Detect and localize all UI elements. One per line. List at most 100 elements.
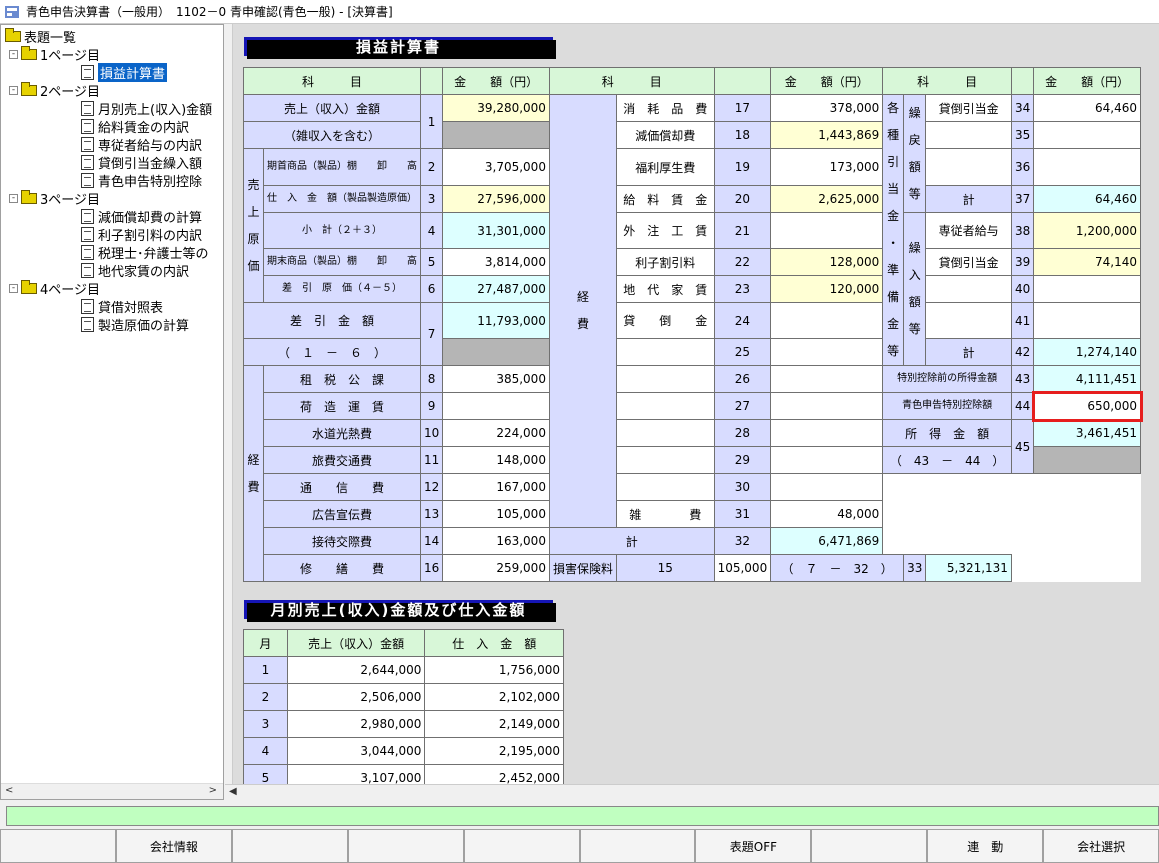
sales-amount[interactable]: 3,044,000 — [286, 737, 426, 765]
tree-label: 利子割引料の内訳 — [98, 228, 203, 244]
row-number: 3 — [419, 185, 444, 213]
expense-amount[interactable] — [770, 365, 884, 393]
expense-amount[interactable]: 378,000 — [770, 94, 884, 122]
reserve-amount[interactable]: 1,200,000 — [1033, 212, 1141, 249]
expense-amount[interactable] — [770, 473, 884, 501]
expense-amount[interactable]: 173,000 — [770, 148, 884, 186]
tree-item[interactable]: 月別売上(収入)金額 — [81, 99, 212, 118]
expense-amount[interactable]: 224,000 — [442, 419, 550, 447]
reserve-amount[interactable] — [1033, 275, 1141, 303]
sales-amount[interactable]: 2,506,000 — [286, 683, 426, 711]
purchase-amount[interactable]: 2,195,000 — [424, 737, 564, 765]
expense-amount[interactable]: 105,000 — [442, 500, 550, 528]
table-row: 接待交際費 14 163,000 計 32 6,471,869 — [244, 527, 1141, 555]
expense-amount[interactable]: 167,000 — [442, 473, 550, 501]
tree-item[interactable]: 青色申告特別控除 — [81, 171, 202, 190]
collapse-icon[interactable]: - — [9, 85, 18, 95]
expense-amount[interactable]: 48,000 — [770, 500, 884, 528]
vertical-divider[interactable] — [225, 24, 233, 784]
function-key-6[interactable] — [579, 829, 696, 863]
expense-amount[interactable] — [770, 446, 884, 474]
tree-item[interactable]: 税理士･弁護士等の — [81, 243, 209, 262]
document-icon — [81, 172, 94, 188]
expense-amount[interactable]: 385,000 — [442, 365, 550, 393]
sagaku-amount[interactable]: 11,793,000 — [442, 302, 550, 339]
table-row: 小 計（２＋３） 4 31,301,000 外 注 工 賃 21 繰入額等専従者給与 38 1… — [244, 212, 1141, 366]
function-key-4[interactable] — [347, 829, 464, 863]
collapse-icon[interactable]: - — [9, 49, 18, 59]
reserve-amount[interactable]: 64,460 — [1033, 94, 1141, 122]
tree-item[interactable]: 損益計算書 — [81, 62, 168, 82]
expense-amount[interactable]: 148,000 — [442, 446, 550, 474]
expense-amount[interactable] — [770, 302, 884, 339]
expense-amount[interactable]: 163,000 — [442, 527, 550, 555]
sashihiki2-amount[interactable]: 5,321,131 — [925, 554, 1012, 582]
expense-amount[interactable]: 1,443,869 — [770, 121, 884, 149]
reserve-amount[interactable] — [1033, 302, 1141, 339]
tree-item[interactable]: 貸借対照表 — [81, 297, 163, 316]
tree-horizontal-scrollbar[interactable]: < > — [1, 783, 223, 799]
expense-amount[interactable]: 120,000 — [770, 275, 884, 303]
expense-amount[interactable]: 259,000 — [442, 554, 550, 582]
blue-deduction-amount[interactable]: 650,000 — [1031, 390, 1143, 422]
tree-folder-page[interactable]: - 3ページ目 — [9, 189, 100, 208]
reserve-amount[interactable]: 74,140 — [1033, 248, 1141, 276]
scroll-right-icon[interactable]: > — [209, 785, 217, 796]
reserve-amount[interactable] — [1033, 121, 1141, 149]
shiire-amount[interactable]: 27,596,000 — [442, 185, 550, 213]
expense-amount[interactable]: 2,625,000 — [770, 185, 884, 213]
main-horizontal-scrollbar[interactable]: ◀ — [225, 784, 1159, 800]
tree-item[interactable]: 専従者給与の内訳 — [81, 135, 202, 154]
reserve-amount[interactable]: 64,460 — [1033, 185, 1141, 213]
expense-amount[interactable] — [770, 392, 884, 420]
function-key-5[interactable] — [463, 829, 580, 863]
table-row: 水道光熱費 10 224,000 28 所 得 金 額 45 3,461,451 — [244, 419, 1141, 474]
expense-total[interactable]: 6,471,869 — [770, 527, 884, 555]
row-number: 1 — [419, 94, 444, 149]
tree-item[interactable]: 減価償却費の計算 — [81, 207, 202, 226]
expense-amount[interactable] — [770, 212, 884, 249]
expense-amount[interactable] — [442, 392, 550, 420]
kishu-amount[interactable]: 3,705,000 — [442, 148, 550, 186]
sales-amount[interactable]: 2,644,000 — [286, 656, 426, 684]
collapse-icon[interactable]: - — [9, 283, 18, 293]
expense-amount[interactable] — [770, 419, 884, 447]
tree-item[interactable]: 利子割引料の内訳 — [81, 225, 203, 244]
function-key-1[interactable] — [0, 829, 116, 863]
expense-amount[interactable] — [770, 338, 884, 366]
scroll-left-icon[interactable]: ◀ — [229, 786, 237, 797]
kimatsu-amount[interactable]: 3,814,000 — [442, 248, 550, 276]
sales-amount[interactable]: 39,280,000 — [442, 94, 550, 122]
function-key-9[interactable]: 連 動 — [927, 829, 1044, 863]
expense-amount[interactable]: 128,000 — [770, 248, 884, 276]
function-key-8[interactable] — [811, 829, 928, 863]
purchase-amount[interactable]: 2,452,000 — [424, 764, 564, 784]
income-amount[interactable]: 3,461,451 — [1033, 419, 1141, 447]
keihi2-vertical: 経費 — [548, 94, 617, 528]
purchase-amount[interactable]: 2,102,000 — [424, 683, 564, 711]
purchase-amount[interactable]: 1,756,000 — [424, 656, 564, 684]
tree-item[interactable]: 貸倒引当金繰入額 — [81, 153, 202, 172]
sashihiki_genka-amount[interactable]: 27,487,000 — [442, 275, 550, 303]
tree-item[interactable]: 給料賃金の内訳 — [81, 117, 189, 136]
pre-deduction-amount[interactable]: 4,111,451 — [1033, 365, 1141, 393]
tree-folder-page[interactable]: - 2ページ目 — [9, 81, 100, 100]
shokei-amount[interactable]: 31,301,000 — [442, 212, 550, 249]
function-key-3[interactable] — [231, 829, 348, 863]
tree-item[interactable]: 地代家賃の内訳 — [81, 261, 189, 280]
function-key-2[interactable]: 会社情報 — [115, 829, 232, 863]
tree-root[interactable]: 表題一覧 — [5, 27, 76, 46]
scroll-left-icon[interactable]: < — [5, 785, 13, 796]
tree-item[interactable]: 製造原価の計算 — [81, 315, 189, 334]
reserve-amount[interactable] — [1033, 148, 1141, 186]
sales-amount[interactable]: 3,107,000 — [286, 764, 426, 784]
function-key-7[interactable]: 表題OFF — [695, 829, 812, 863]
collapse-icon[interactable]: - — [9, 193, 18, 203]
tree-folder-page[interactable]: - 1ページ目 — [9, 45, 100, 64]
sales-amount[interactable]: 2,980,000 — [286, 710, 426, 738]
function-key-10[interactable]: 会社選択 — [1043, 829, 1159, 863]
purchase-amount[interactable]: 2,149,000 — [424, 710, 564, 738]
expense-amount[interactable]: 105,000 — [713, 554, 772, 582]
tree-folder-page[interactable]: - 4ページ目 — [9, 279, 100, 298]
reserve-amount[interactable]: 1,274,140 — [1033, 338, 1141, 366]
